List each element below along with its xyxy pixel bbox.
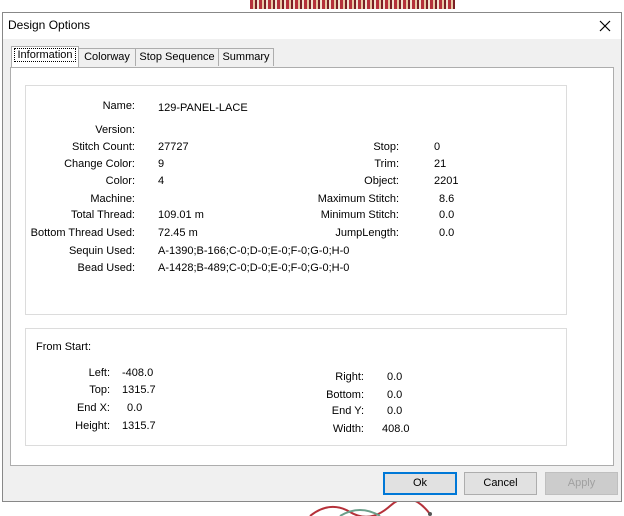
height-label: Height: — [75, 420, 110, 432]
top-label: Top: — [89, 384, 110, 396]
minimum-stitch-value: 0.0 — [439, 209, 455, 221]
cancel-button[interactable]: Cancel — [464, 472, 537, 495]
tab-summary[interactable]: Summary — [218, 48, 274, 66]
sequin-used-label: Sequin Used: — [68, 245, 135, 257]
width-label: Width: — [332, 423, 364, 435]
jump-length-value: 0.0 — [439, 227, 455, 239]
bottom-thread-label: Bottom Thread Used: — [30, 227, 135, 239]
end-x-label: End X: — [76, 402, 110, 414]
stop-label: Stop: — [373, 141, 399, 153]
bottom-value: 0.0 — [387, 389, 403, 401]
total-thread-value: 109.01 m — [158, 209, 204, 221]
jump-length-label: JumpLength: — [335, 227, 399, 239]
information-panel: Name: 129-PANEL-LACE Version: Stitch Cou… — [10, 67, 614, 466]
bottom-label: Bottom: — [326, 389, 364, 401]
object-label: Object: — [364, 175, 399, 187]
stitch-count-label: Stitch Count: — [72, 141, 135, 153]
from-start-heading: From Start: — [36, 341, 92, 353]
trim-label: Trim: — [374, 158, 399, 170]
maximum-stitch-label: Maximum Stitch: — [317, 193, 399, 205]
name-label: Name: — [102, 100, 135, 112]
trim-value: 21 — [434, 158, 447, 170]
color-value: 4 — [158, 175, 165, 187]
version-label: Version: — [95, 124, 135, 136]
close-icon — [599, 20, 611, 32]
design-info-group: Name: 129-PANEL-LACE Version: Stitch Cou… — [25, 85, 567, 315]
top-value: 1315.7 — [122, 384, 156, 396]
color-label: Color: — [105, 175, 135, 187]
minimum-stitch-label: Minimum Stitch: — [320, 209, 399, 221]
bead-used-label: Bead Used: — [77, 262, 135, 274]
end-x-value: 0.0 — [127, 402, 143, 414]
dialog-title: Design Options — [8, 18, 91, 32]
bead-used-value: A-1428;B-489;C-0;D-0;E-0;F-0;G-0;H-0 — [158, 262, 350, 274]
tab-stop-sequence[interactable]: Stop Sequence — [135, 48, 219, 66]
bottom-thread-value: 72.45 m — [158, 227, 198, 239]
left-label: Left: — [88, 367, 110, 379]
change-color-label: Change Color: — [64, 158, 135, 170]
machine-label: Machine: — [90, 193, 135, 205]
end-y-label: End Y: — [331, 405, 364, 417]
design-options-dialog: Design Options Information Colorway Stop… — [2, 12, 622, 502]
width-value: 408.0 — [382, 423, 410, 435]
stitch-count-value: 27727 — [158, 141, 189, 153]
right-value: 0.0 — [387, 371, 403, 383]
height-value: 1315.7 — [122, 420, 156, 432]
apply-button[interactable]: Apply — [545, 472, 618, 495]
right-label: Right: — [335, 371, 364, 383]
stop-value: 0 — [434, 141, 441, 153]
name-value: 129-PANEL-LACE — [158, 102, 248, 114]
ok-button[interactable]: Ok — [383, 472, 457, 495]
tab-colorway[interactable]: Colorway — [78, 48, 136, 66]
left-value: -408.0 — [122, 367, 154, 379]
close-button[interactable] — [593, 14, 617, 38]
maximum-stitch-value: 8.6 — [439, 193, 455, 205]
title-bar: Design Options — [3, 13, 621, 39]
total-thread-label: Total Thread: — [70, 209, 135, 221]
object-value: 2201 — [434, 175, 459, 187]
end-y-value: 0.0 — [387, 405, 403, 417]
change-color-value: 9 — [158, 158, 165, 170]
from-start-group: From Start: Left: -408.0 Top: 1315.7 End… — [25, 328, 567, 446]
background-embroidery-pattern-top — [250, 0, 455, 9]
tab-information[interactable]: Information — [11, 46, 79, 67]
sequin-used-value: A-1390;B-166;C-0;D-0;E-0;F-0;G-0;H-0 — [158, 245, 350, 257]
